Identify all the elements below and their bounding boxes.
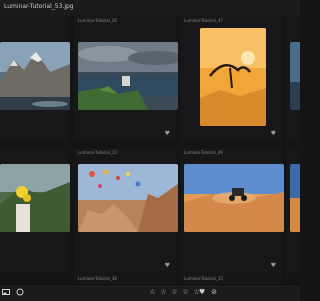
grid-cell[interactable]: Luminar-Tutorial_13 ♥ [74,148,178,273]
grid-cell[interactable]: Luminar-Tutorial_15 [180,274,282,284]
photo-thumbnail-desert-backbend[interactable] [200,28,266,126]
photo-label: Luminar-Tutorial_13 [78,150,117,155]
photo-label: Luminar-Tutorial_15 [184,276,223,281]
photo-label: Luminar-Tutorial_26 [78,18,117,23]
photo-thumbnail-partial[interactable] [290,164,300,232]
bottom-toolbar: ☆ ☆ ☆ ☆ ☆ ♥ ⊘ [0,284,300,301]
photo-thumbnail-cliff-sea[interactable] [78,42,178,110]
grid-cell[interactable]: Luminar-Tutorial_26 ♥ [74,16,178,141]
rating-stars: ☆ ☆ ☆ ☆ ☆ [148,288,201,296]
grid-cell[interactable] [286,16,300,141]
image-icon[interactable] [2,288,10,296]
photo-thumbnail-partial[interactable] [290,42,300,110]
grid-cell[interactable]: Luminar-Tutorial_36 [74,274,176,284]
circle-icon[interactable] [16,288,24,296]
grid-cell[interactable]: Luminar-Tutorial_47 ♥ [180,16,282,141]
photo-thumbnail-yellow-flowers[interactable] [0,164,70,232]
grid-cell[interactable] [286,148,300,273]
photo-label: Luminar-Tutorial_36 [78,276,117,281]
star-icon[interactable]: ☆ [170,288,179,296]
favorite-icon[interactable]: ♥ [165,131,170,137]
favorite-icon[interactable]: ♥ [271,263,276,269]
photo-label: Luminar-Tutorial_49 [184,150,223,155]
grid-cell[interactable]: ♥ [0,16,100,141]
top-bar: Luminar-Tutorial_53.jpg [0,0,300,17]
star-icon[interactable]: ☆ [148,288,157,296]
photo-thumbnail-mountains[interactable] [0,42,70,110]
grid-cell[interactable]: ♥ [0,148,100,273]
favorite-icon[interactable]: ♥ [165,263,170,269]
star-icon[interactable]: ☆ [159,288,168,296]
favorite-icon[interactable]: ♥ [198,288,206,296]
window-title: Luminar-Tutorial_53.jpg [4,3,74,10]
star-icon[interactable]: ☆ [181,288,190,296]
grid-cell[interactable]: Luminar-Tutorial_49 ♥ [180,148,284,273]
photo-grid: ♥ Luminar-Tutorial_26 ♥ Luminar-Tutorial… [0,16,300,284]
reject-icon[interactable]: ⊘ [210,288,218,296]
photo-thumbnail-balloons[interactable] [78,164,178,232]
photo-thumbnail-dune-buggy[interactable] [184,164,284,232]
photo-label: Luminar-Tutorial_47 [184,18,223,23]
favorite-icon[interactable]: ♥ [271,131,276,137]
